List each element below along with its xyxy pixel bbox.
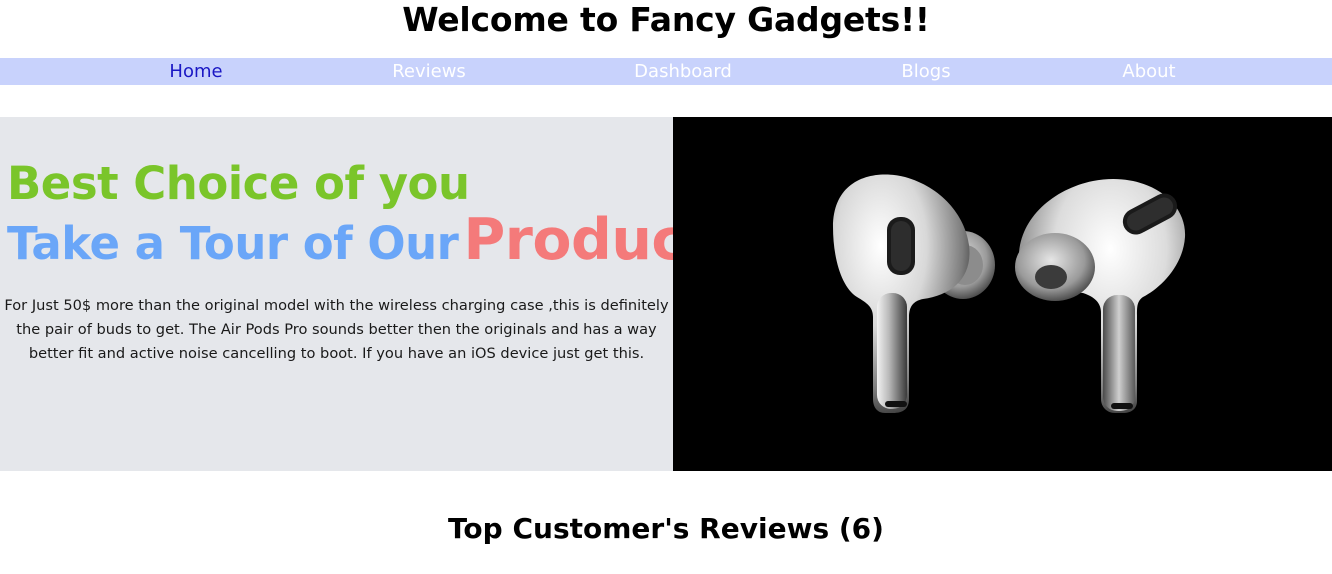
reviews-heading: Top Customer's Reviews (6): [448, 512, 884, 545]
hero-subheadline: Take a Tour of Our Product: [7, 207, 712, 273]
navbar: Home Reviews Dashboard Blogs About: [0, 58, 1332, 85]
nav-about-link[interactable]: About: [1122, 58, 1175, 85]
hero-headline: Best Choice of you: [7, 157, 470, 210]
hero-description: For Just 50$ more than the original mode…: [4, 296, 669, 362]
left-airpod: [833, 174, 995, 413]
hero-text-panel: Best Choice of you Take a Tour of Our Pr…: [0, 117, 712, 471]
nav-dashboard-link[interactable]: Dashboard: [634, 58, 732, 85]
nav-home-link[interactable]: Home: [169, 58, 222, 85]
hero-subheadline-text: Take a Tour of Our: [7, 217, 459, 270]
nav-blogs-link[interactable]: Blogs: [901, 58, 950, 85]
product-image-airpods: [673, 117, 1332, 471]
site-title: Welcome to Fancy Gadgets!!: [402, 0, 930, 39]
airpods-illustration: [833, 174, 1186, 413]
nav-reviews-link[interactable]: Reviews: [392, 58, 466, 85]
right-airpod: [1015, 178, 1186, 413]
hero-banner: Best Choice of you Take a Tour of Our Pr…: [0, 117, 1332, 471]
